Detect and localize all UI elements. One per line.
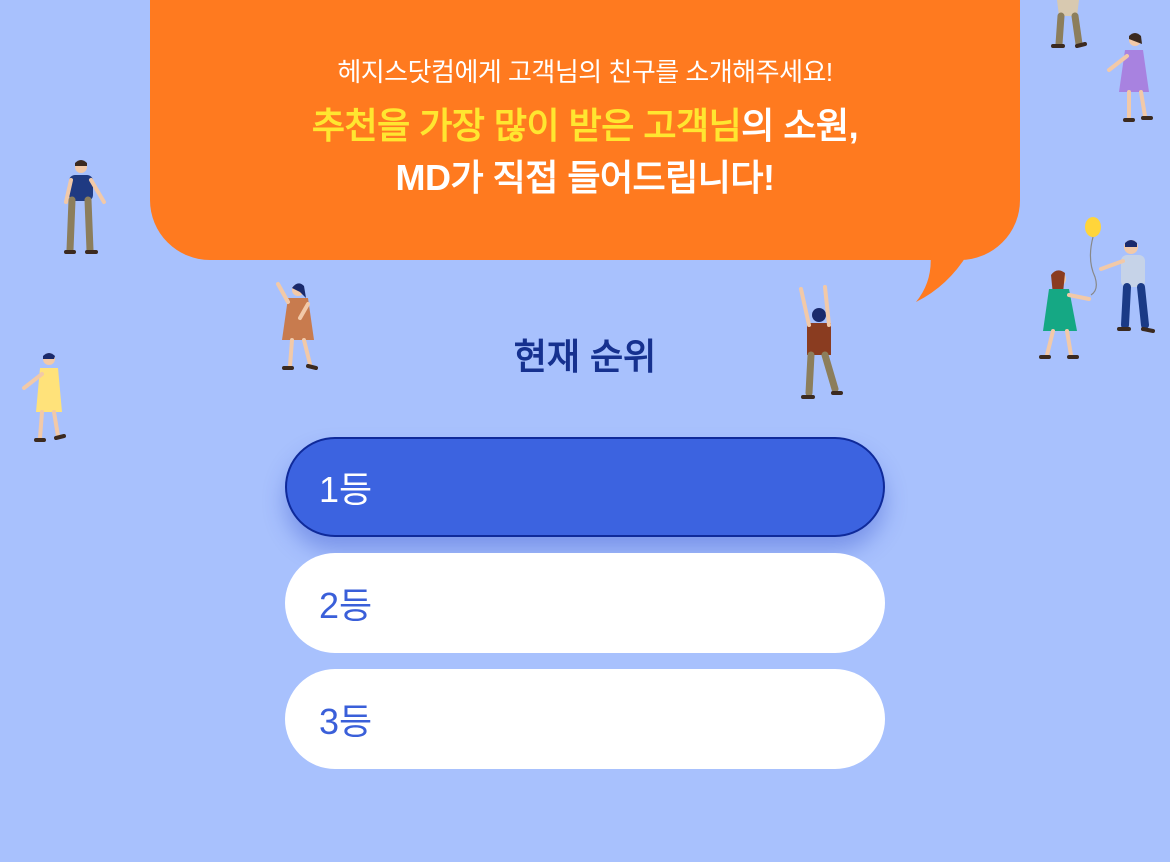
headline-rest: 의 소원, <box>741 105 859 146</box>
ranking-title: 현재 순위 <box>513 336 657 377</box>
headline: 추천을 가장 많이 받은 고객님의 소원, MD가 직접 들어드립니다! <box>150 100 1020 204</box>
promo-speech-bubble: 헤지스닷컴에게 고객님의 친구를 소개해주세요! 추천을 가장 많이 받은 고객… <box>150 0 1020 260</box>
speech-bubble-tail <box>916 250 970 302</box>
couple-with-balloon-icon <box>1039 217 1155 359</box>
headline-highlight: 추천을 가장 많이 받은 고객님 <box>311 105 742 146</box>
rank-label: 2등 <box>319 585 373 626</box>
person-walking-top-icon <box>1051 0 1087 48</box>
rank-item-1[interactable]: 1등 <box>285 437 885 537</box>
person-cheering-icon <box>799 285 843 399</box>
intro-text: 헤지스닷컴에게 고객님의 친구를 소개해주세요! <box>337 57 833 87</box>
person-purple-dress-icon <box>1107 33 1153 122</box>
headline-line2: MD가 직접 들어드립니다! <box>395 157 775 198</box>
rank-label: 3등 <box>319 701 373 742</box>
person-orange-dress-waving-icon <box>276 282 318 370</box>
rank-item-2[interactable]: 2등 <box>285 553 885 653</box>
rank-item-3[interactable]: 3등 <box>285 669 885 769</box>
person-blue-shirt-icon <box>64 160 106 254</box>
rank-label: 1등 <box>319 469 373 510</box>
person-yellow-dress-icon <box>22 353 66 442</box>
